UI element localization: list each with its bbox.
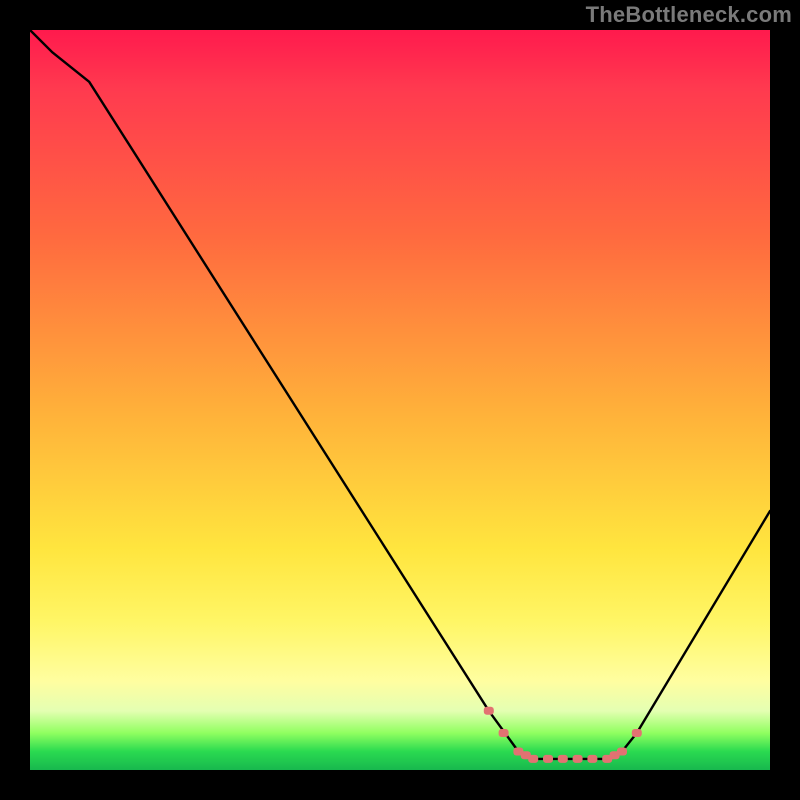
highlight-marker: [543, 755, 553, 763]
chart-frame: TheBottleneck.com: [0, 0, 800, 800]
highlight-marker: [617, 748, 627, 756]
chart-overlay: [30, 30, 770, 770]
highlight-marker: [573, 755, 583, 763]
plot-area: [30, 30, 770, 770]
bottleneck-curve-line: [30, 30, 770, 759]
highlight-markers: [484, 707, 642, 763]
watermark-text: TheBottleneck.com: [586, 2, 792, 28]
highlight-marker: [499, 729, 509, 737]
highlight-marker: [484, 707, 494, 715]
highlight-marker: [587, 755, 597, 763]
highlight-marker: [558, 755, 568, 763]
highlight-marker: [632, 729, 642, 737]
highlight-marker: [528, 755, 538, 763]
